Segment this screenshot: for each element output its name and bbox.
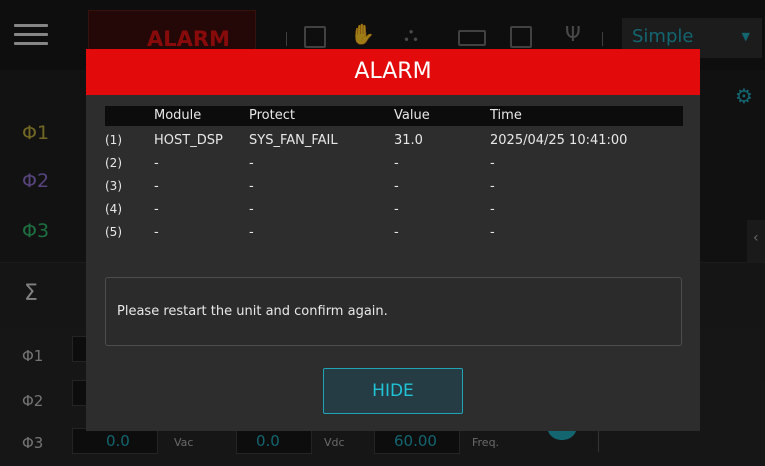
cell-time: 2025/04/25 10:41:00: [490, 133, 628, 148]
column-header-protect: Protect: [249, 108, 295, 123]
table-row: (1) HOST_DSP SYS_FAN_FAIL 31.0 2025/04/2…: [105, 130, 683, 153]
alarm-dialog: ALARM Module Protect Value Time (1) HOST…: [86, 49, 700, 431]
table-row: (5) - - - -: [105, 222, 683, 245]
table-row: (3) - - - -: [105, 176, 683, 199]
hide-button[interactable]: HIDE: [323, 368, 463, 414]
cell-value: 31.0: [394, 133, 423, 148]
cell-protect: -: [249, 156, 254, 171]
cell-protect: -: [249, 225, 254, 240]
row-index: (4): [105, 202, 122, 216]
cell-module: -: [154, 156, 159, 171]
alarm-message-box: Please restart the unit and confirm agai…: [105, 277, 682, 346]
column-header-time: Time: [490, 108, 522, 123]
table-row: (4) - - - -: [105, 199, 683, 222]
cell-module: -: [154, 202, 159, 217]
cell-protect: SYS_FAN_FAIL: [249, 133, 338, 148]
row-index: (5): [105, 225, 122, 239]
cell-module: -: [154, 225, 159, 240]
cell-protect: -: [249, 202, 254, 217]
cell-module: HOST_DSP: [154, 133, 223, 148]
cell-protect: -: [249, 179, 254, 194]
alarm-message: Please restart the unit and confirm agai…: [117, 304, 388, 319]
row-index: (2): [105, 156, 122, 170]
cell-time: -: [490, 225, 495, 240]
alarm-table-header: Module Protect Value Time: [105, 106, 683, 126]
cell-module: -: [154, 179, 159, 194]
cell-value: -: [394, 225, 399, 240]
table-row: (2) - - - -: [105, 153, 683, 176]
column-header-module: Module: [154, 108, 202, 123]
cell-time: -: [490, 179, 495, 194]
column-header-value: Value: [394, 108, 430, 123]
row-index: (1): [105, 133, 122, 147]
cell-time: -: [490, 156, 495, 171]
alarm-table: Module Protect Value Time (1) HOST_DSP S…: [105, 106, 683, 245]
cell-value: -: [394, 156, 399, 171]
row-index: (3): [105, 179, 122, 193]
alarm-dialog-title: ALARM: [354, 59, 432, 84]
cell-time: -: [490, 202, 495, 217]
alarm-dialog-header: ALARM: [86, 49, 700, 95]
cell-value: -: [394, 202, 399, 217]
cell-value: -: [394, 179, 399, 194]
